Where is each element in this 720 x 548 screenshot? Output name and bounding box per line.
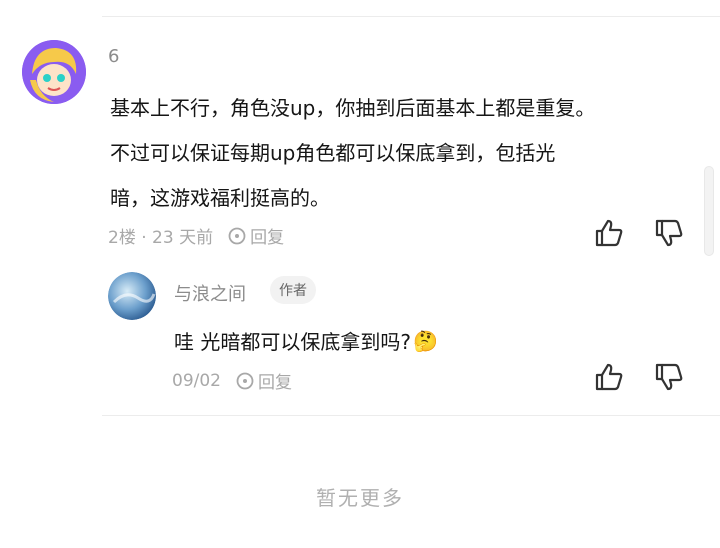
- reply-meta: 09/02 回复: [172, 368, 292, 394]
- scrollbar[interactable]: [704, 166, 714, 256]
- top-divider: [102, 16, 720, 17]
- thumbs-down-icon: [655, 219, 683, 247]
- author-badge: 作者: [270, 276, 316, 304]
- thumbs-down-icon: [655, 363, 683, 391]
- reply-username[interactable]: 与浪之间: [174, 280, 246, 306]
- comment-text-line-1: 基本上不行，角色没up，你抽到后面基本上都是重复。: [110, 96, 596, 120]
- subreply-reply-button[interactable]: 回复: [235, 368, 292, 393]
- comment-like-button[interactable]: [591, 215, 627, 251]
- reply-icon: [236, 372, 254, 389]
- comment-reply-label: 回复: [250, 228, 285, 248]
- thumbs-up-icon: [595, 363, 623, 391]
- reply-like-button[interactable]: [591, 359, 627, 395]
- thinking-emoji-icon: 🤔: [412, 328, 438, 353]
- reply-avatar[interactable]: [108, 272, 156, 320]
- thumbs-up-icon: [595, 219, 623, 247]
- comment-dislike-button[interactable]: [651, 215, 687, 251]
- reply-text: 哇 光暗都可以保底拿到吗?: [174, 330, 411, 354]
- avatar[interactable]: [22, 40, 86, 104]
- subreply-reply-label: 回复: [258, 373, 292, 393]
- bottom-divider: [102, 415, 720, 416]
- comment-text-line-2: 不过可以保证每期up角色都可以保底拿到，包括光: [110, 141, 556, 165]
- comment-username[interactable]: 6: [108, 46, 119, 67]
- avatar-image: [22, 40, 86, 104]
- no-more-text: 暂无更多: [316, 486, 404, 510]
- comment-reply-button[interactable]: 回复: [227, 223, 284, 248]
- reply-dislike-button[interactable]: [651, 359, 687, 395]
- comment-floor-time: 2楼 · 23 天前: [108, 228, 214, 248]
- comment-meta: 2楼 · 23 天前 回复: [108, 223, 284, 248]
- comment-text-line-3: 暗，这游戏福利挺高的。: [110, 186, 330, 210]
- reply-avatar-image: [108, 272, 156, 320]
- reply-date: 09/02: [172, 370, 221, 391]
- reply-text-row: 哇 光暗都可以保底拿到吗? 🤔: [174, 326, 438, 355]
- reply-icon: [228, 227, 246, 244]
